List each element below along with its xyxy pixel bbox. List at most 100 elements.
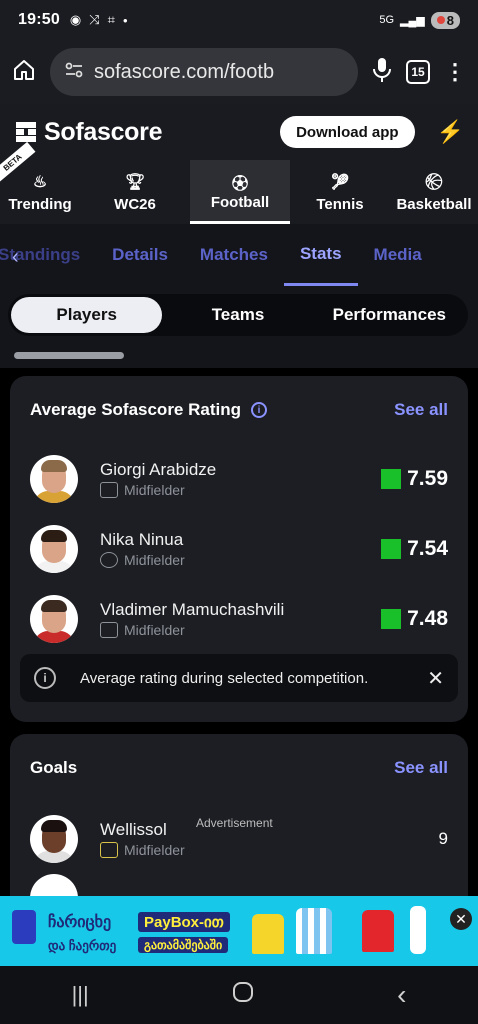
- club-logo-icon: [100, 552, 118, 568]
- tab-stats[interactable]: Stats: [283, 224, 358, 286]
- battery-level: 8: [446, 12, 454, 28]
- logo-text: Sofascore: [44, 117, 163, 146]
- tab-details[interactable]: Details: [96, 224, 184, 286]
- player-name: Wellissol: [100, 820, 167, 839]
- player-position: Midfielder: [124, 622, 185, 638]
- rating-card: Average Sofascore Rating i See all Giorg…: [10, 376, 468, 722]
- system-nav-bar: ||| ‹: [0, 966, 478, 1024]
- home-icon[interactable]: [12, 58, 36, 87]
- sport-tab-label: Tennis: [316, 195, 364, 213]
- jersey-image: [252, 914, 284, 954]
- player-row[interactable]: [10, 874, 468, 896]
- trophy-icon: 🏆︎: [124, 173, 146, 191]
- sofascore-logo-icon: [16, 122, 36, 142]
- club-logo-icon: [100, 622, 118, 638]
- signal-icon: ▂▄▆: [400, 14, 425, 27]
- stats-segmented-control: Players Teams Performances: [8, 294, 468, 336]
- tournament-tabs: Standings Details Matches Stats Media: [0, 224, 478, 286]
- console-image: [410, 906, 426, 954]
- flame-icon: ♨: [32, 173, 48, 191]
- ad-pill1: PayBox-ით: [138, 912, 230, 932]
- football-icon: ⚽︎: [231, 176, 248, 193]
- tab-switcher-button[interactable]: 15: [406, 60, 430, 84]
- rating-color-square: [381, 609, 402, 629]
- player-avatar: [30, 874, 78, 896]
- info-icon[interactable]: i: [251, 402, 267, 418]
- sport-tabs: BETA ♨ Trending 🏆︎ WC26 ⚽︎ Football 🎾︎ T…: [0, 141, 478, 224]
- club-logo-icon: [100, 482, 118, 498]
- player-row[interactable]: Wellissol Midfielder 9: [10, 804, 468, 874]
- site-settings-icon[interactable]: [64, 60, 84, 85]
- ad-pill2: გათამაშებაში: [138, 937, 229, 953]
- battery-indicator: 8: [430, 11, 460, 29]
- rating-badge: 7.54: [381, 537, 448, 561]
- sport-tab-football[interactable]: ⚽︎ Football: [190, 160, 290, 224]
- player-row[interactable]: Nika Ninua Midfielder 7.54: [10, 514, 468, 584]
- player-position: Midfielder: [124, 842, 185, 858]
- player-name: Giorgi Arabidze: [100, 460, 217, 479]
- horizontal-scrollbar[interactable]: [14, 352, 124, 359]
- player-avatar: [30, 595, 78, 643]
- sport-tab-label: Trending: [8, 195, 72, 213]
- tennis-icon: 🎾︎: [329, 173, 351, 191]
- player-position: Midfielder: [124, 482, 185, 498]
- download-app-button[interactable]: Download app: [280, 116, 415, 148]
- rating-color-square: [381, 539, 402, 559]
- close-icon[interactable]: ✕: [427, 666, 444, 691]
- player-name: Nika Ninua: [100, 530, 184, 549]
- card-header: Average Sofascore Rating i See all: [10, 376, 468, 444]
- goals-value: 9: [438, 829, 448, 848]
- address-bar[interactable]: sofascore.com/footb: [50, 48, 358, 96]
- rating-value: 7.59: [407, 467, 448, 490]
- more-menu-icon[interactable]: ⋮: [444, 59, 466, 85]
- ad-line1: ჩარიცხე: [48, 914, 112, 931]
- see-all-link[interactable]: See all: [394, 400, 448, 420]
- player-avatar: [30, 455, 78, 503]
- rating-value: 7.48: [407, 607, 448, 630]
- goals-card: Goals See all Wellissol Midfielder 9: [10, 734, 468, 896]
- card-title: Goals: [30, 758, 78, 777]
- card-title: Average Sofascore Rating: [30, 400, 241, 419]
- url-text: sofascore.com/footb: [94, 60, 275, 83]
- tab-matches[interactable]: Matches: [184, 224, 284, 286]
- home-button-icon[interactable]: [232, 981, 254, 1009]
- back-icon[interactable]: ‹: [397, 979, 406, 1011]
- sport-tab-tennis[interactable]: 🎾︎ Tennis: [290, 160, 390, 224]
- jersey-image: [362, 910, 394, 952]
- sport-tab-wc26[interactable]: 🏆︎ WC26: [80, 160, 190, 224]
- rating-badge: 7.59: [381, 467, 448, 491]
- basketball-icon: 🏀︎: [423, 173, 445, 191]
- player-name: Vladimer Mamuchashvili: [100, 600, 285, 619]
- network-label: 5G: [379, 14, 395, 26]
- ad-line2: და ჩაერთე: [48, 938, 117, 953]
- sport-tab-basketball[interactable]: 🏀︎ Basketball: [390, 160, 478, 224]
- ad-banner[interactable]: ჩარიცხე PayBox-ით და ჩაერთე გათამაშებაში…: [0, 896, 478, 966]
- segment-performances[interactable]: Performances: [314, 297, 465, 333]
- sport-tab-trending[interactable]: BETA ♨ Trending: [0, 141, 80, 224]
- lightning-icon[interactable]: ⚡: [437, 119, 464, 145]
- player-row[interactable]: Giorgi Arabidze Midfielder 7.59: [10, 444, 468, 514]
- segment-teams[interactable]: Teams: [162, 297, 313, 333]
- recent-apps-icon[interactable]: |||: [72, 982, 89, 1008]
- ad-close-icon[interactable]: ✕: [450, 908, 472, 930]
- tab-media[interactable]: Media: [358, 224, 438, 286]
- player-position: Midfielder: [124, 552, 185, 568]
- sport-tab-label: Football: [210, 194, 270, 211]
- see-all-link[interactable]: See all: [394, 758, 448, 778]
- paybox-logo-icon: [12, 910, 36, 944]
- player-avatar: [30, 815, 78, 863]
- rating-value: 7.54: [407, 537, 448, 560]
- sync-icon: ⤨: [89, 12, 100, 27]
- scroll-left-icon[interactable]: ‹: [12, 246, 19, 269]
- status-bar: 19:50 ◉ ⤨ ⌗ • 5G ▂▄▆ 8: [0, 0, 478, 40]
- player-row[interactable]: Vladimer Mamuchashvili Midfielder 7.48: [10, 584, 468, 654]
- sofascore-logo[interactable]: Sofascore: [14, 118, 162, 147]
- microphone-icon[interactable]: [372, 57, 392, 88]
- card-header: Goals See all: [10, 734, 468, 802]
- segment-players[interactable]: Players: [11, 297, 163, 333]
- rating-color-square: [381, 469, 402, 489]
- info-icon: i: [34, 667, 56, 689]
- player-avatar: [30, 525, 78, 573]
- rating-badge: 7.48: [381, 607, 448, 631]
- browser-toolbar: sofascore.com/footb 15 ⋮: [0, 40, 478, 104]
